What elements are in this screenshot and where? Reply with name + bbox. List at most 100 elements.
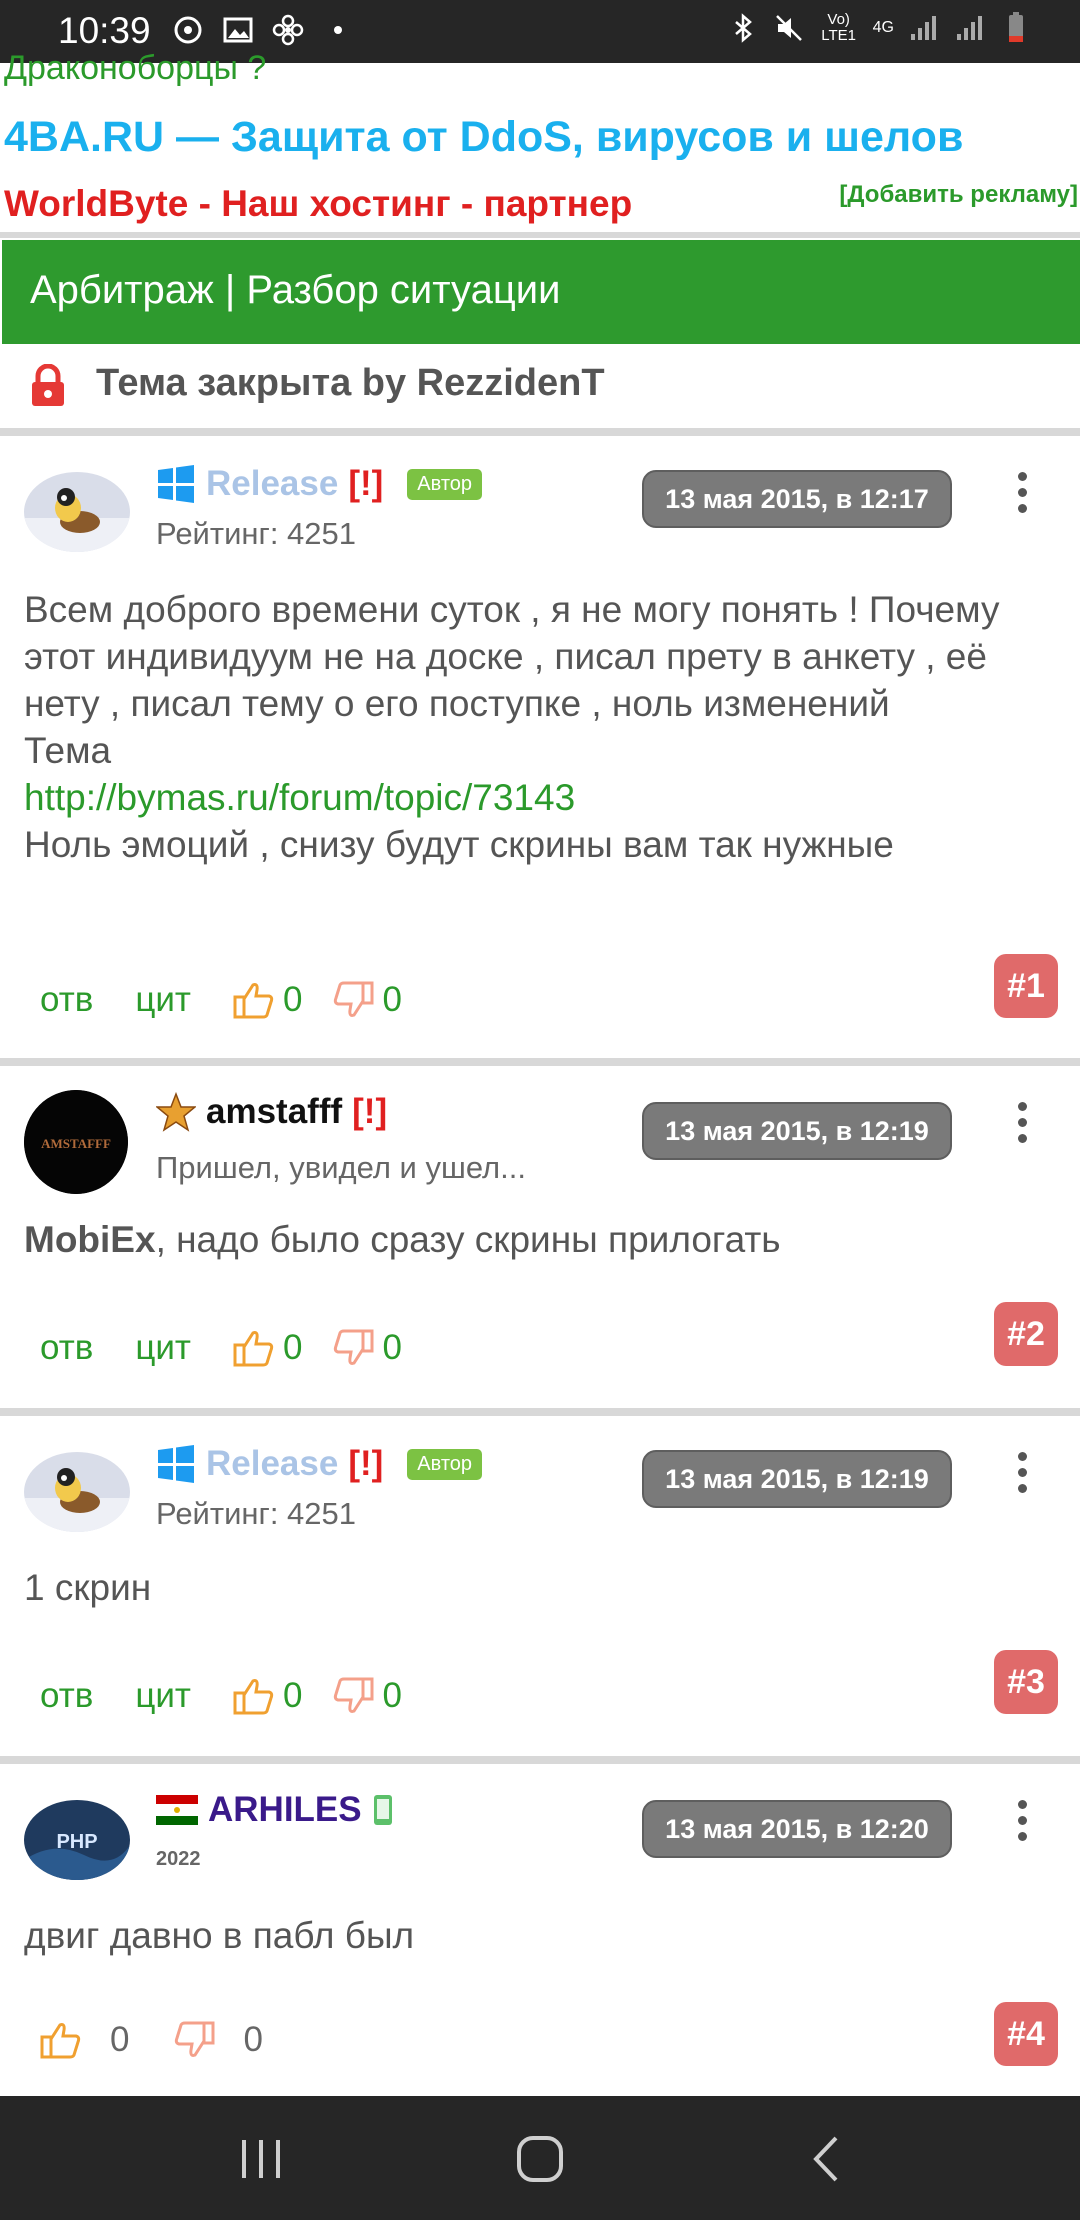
dot-icon xyxy=(334,26,342,34)
user-line: Release [!] Автор xyxy=(156,1444,483,1484)
home-icon[interactable] xyxy=(515,2134,565,2184)
username[interactable]: Release xyxy=(206,1444,338,1484)
post-date: 13 мая 2015, в 12:17 xyxy=(642,470,952,528)
thumbs-down-icon xyxy=(334,1677,374,1713)
post-number[interactable]: #3 xyxy=(994,1650,1058,1714)
post-actions: отв цит 0 0 xyxy=(40,1676,432,1716)
dislike-button[interactable]: 0 xyxy=(332,1328,402,1368)
windows-icon xyxy=(158,1445,194,1483)
divider xyxy=(0,428,1080,436)
warning-mark: [!] xyxy=(348,464,384,503)
reply-button[interactable]: отв xyxy=(40,1328,93,1368)
star-icon xyxy=(156,1092,196,1132)
status-time: 10:39 xyxy=(58,10,151,51)
navigation-bar xyxy=(0,2096,1080,2220)
topic-closed-bar: Тема закрыта by RezzidenT xyxy=(0,348,1080,428)
reply-button[interactable]: отв xyxy=(40,1676,93,1716)
bird-avatar-image xyxy=(24,1452,130,1532)
divider xyxy=(0,1058,1080,1066)
thumbs-up-icon xyxy=(233,1679,274,1715)
warning-mark: [!] xyxy=(352,1092,388,1131)
divider xyxy=(0,1756,1080,1764)
gallery-icon xyxy=(223,17,253,43)
dislike-count: 0 xyxy=(382,1676,402,1715)
post-body: двиг давно в пабл был xyxy=(24,1912,1040,1959)
more-menu-icon[interactable] xyxy=(1016,1452,1028,1500)
topic-closed-text: Тема закрыта by RezzidenT xyxy=(96,362,605,404)
quote-button[interactable]: цит xyxy=(135,1328,191,1368)
more-menu-icon[interactable] xyxy=(1016,1102,1028,1150)
username[interactable]: amstafff xyxy=(206,1092,342,1132)
bird-avatar-image xyxy=(24,472,130,552)
battery-icon xyxy=(1009,12,1023,42)
php-avatar-image: PHP xyxy=(24,1800,130,1880)
mention[interactable]: MobiEx xyxy=(24,1219,156,1260)
recent-apps-icon[interactable] xyxy=(236,2136,286,2182)
bluetooth-icon xyxy=(734,13,752,43)
topic-link[interactable]: http://bymas.ru/forum/topic/73143 xyxy=(24,777,575,818)
author-badge: Автор xyxy=(407,468,483,500)
author-badge: Автор xyxy=(407,1448,483,1480)
dislike-button[interactable]: 0 xyxy=(332,1676,402,1716)
dislike-button[interactable]: 0 xyxy=(332,980,402,1020)
post-actions: отв цит 0 0 xyxy=(40,1328,432,1368)
flag-icon xyxy=(156,1795,198,1825)
more-menu-icon[interactable] xyxy=(1016,472,1028,520)
status-right-icons: Vo) LTE1 4G xyxy=(727,12,1032,44)
like-button[interactable]: 0 xyxy=(40,2020,129,2060)
windows-icon xyxy=(158,465,194,503)
post-text: Всем доброго времени суток , я не могу п… xyxy=(24,589,1000,724)
post-actions: отв цит 0 0 xyxy=(40,980,432,1020)
like-count: 0 xyxy=(282,980,303,1019)
prev-link[interactable]: Драконоборцы ? xyxy=(4,49,266,88)
quote-button[interactable]: цит xyxy=(135,980,191,1020)
add-ad-link[interactable]: [Добавить рекламу] xyxy=(839,181,1078,209)
post-number[interactable]: #1 xyxy=(994,954,1058,1018)
breadcrumb-label: Арбитраж | Разбор ситуации xyxy=(30,268,561,312)
amstafff-avatar-image: AMSTAFFF xyxy=(24,1090,128,1194)
quote-button[interactable]: цит xyxy=(135,1676,191,1716)
post-number[interactable]: #2 xyxy=(994,1302,1058,1366)
post-item: AMSTAFFF amstafff [!] Пришел, увидел и у… xyxy=(0,1066,1080,1408)
user-rating: Рейтинг: 4251 xyxy=(156,1496,357,1531)
thumbs-up-icon xyxy=(233,983,274,1019)
avatar[interactable]: AMSTAFFF xyxy=(24,1090,128,1194)
like-count: 0 xyxy=(282,1328,303,1367)
user-status: Пришел, увидел и ушел... xyxy=(156,1150,526,1185)
post-number[interactable]: #4 xyxy=(994,2002,1058,2066)
post-date: 13 мая 2015, в 12:19 xyxy=(642,1102,952,1160)
network-label: Vo) LTE1 xyxy=(821,11,857,44)
thumbs-down-icon xyxy=(334,1329,374,1365)
user-line: amstafff [!] xyxy=(156,1092,387,1132)
reply-button[interactable]: отв xyxy=(40,980,93,1020)
thumbs-down-icon xyxy=(175,2021,215,2057)
post-text: 1 скрин xyxy=(24,1567,152,1608)
like-button[interactable]: 0 xyxy=(233,1676,302,1716)
sync-icon xyxy=(174,16,202,44)
network-type: 4G xyxy=(872,19,894,36)
post-body: 1 скрин xyxy=(24,1564,1040,1611)
user-line: ARHILES xyxy=(156,1790,394,1830)
like-button[interactable]: 0 xyxy=(233,980,302,1020)
signal-icon xyxy=(911,16,936,40)
dislike-button[interactable]: 0 xyxy=(173,2020,263,2060)
post-text-end: Ноль эмоций , снизу будут скрины вам так… xyxy=(24,824,894,865)
username[interactable]: ARHILES xyxy=(208,1790,362,1830)
like-button[interactable]: 0 xyxy=(233,1328,302,1368)
avatar[interactable] xyxy=(24,472,130,552)
more-menu-icon[interactable] xyxy=(1016,1800,1028,1848)
dislike-count: 0 xyxy=(382,980,402,1019)
post-date: 13 мая 2015, в 12:19 xyxy=(642,1450,952,1508)
like-count: 0 xyxy=(282,1676,303,1715)
lock-icon xyxy=(32,364,64,406)
avatar[interactable]: PHP xyxy=(24,1800,130,1880)
ad-link-4ba[interactable]: 4BA.RU — Защита от DdoS, вирусов и шелов xyxy=(4,113,963,162)
avatar[interactable] xyxy=(24,1452,130,1532)
back-icon[interactable] xyxy=(806,2134,846,2184)
username[interactable]: Release xyxy=(206,464,338,504)
like-count: 0 xyxy=(110,2020,130,2059)
post-text-label: Тема xyxy=(24,730,112,771)
post-item: Release [!] Автор Рейтинг: 4251 13 мая 2… xyxy=(0,1416,1080,1756)
breadcrumb[interactable]: Арбитраж | Разбор ситуации xyxy=(2,240,1080,344)
ad-link-worldbyte[interactable]: WorldByte - Наш хостинг - партнер xyxy=(4,183,632,225)
